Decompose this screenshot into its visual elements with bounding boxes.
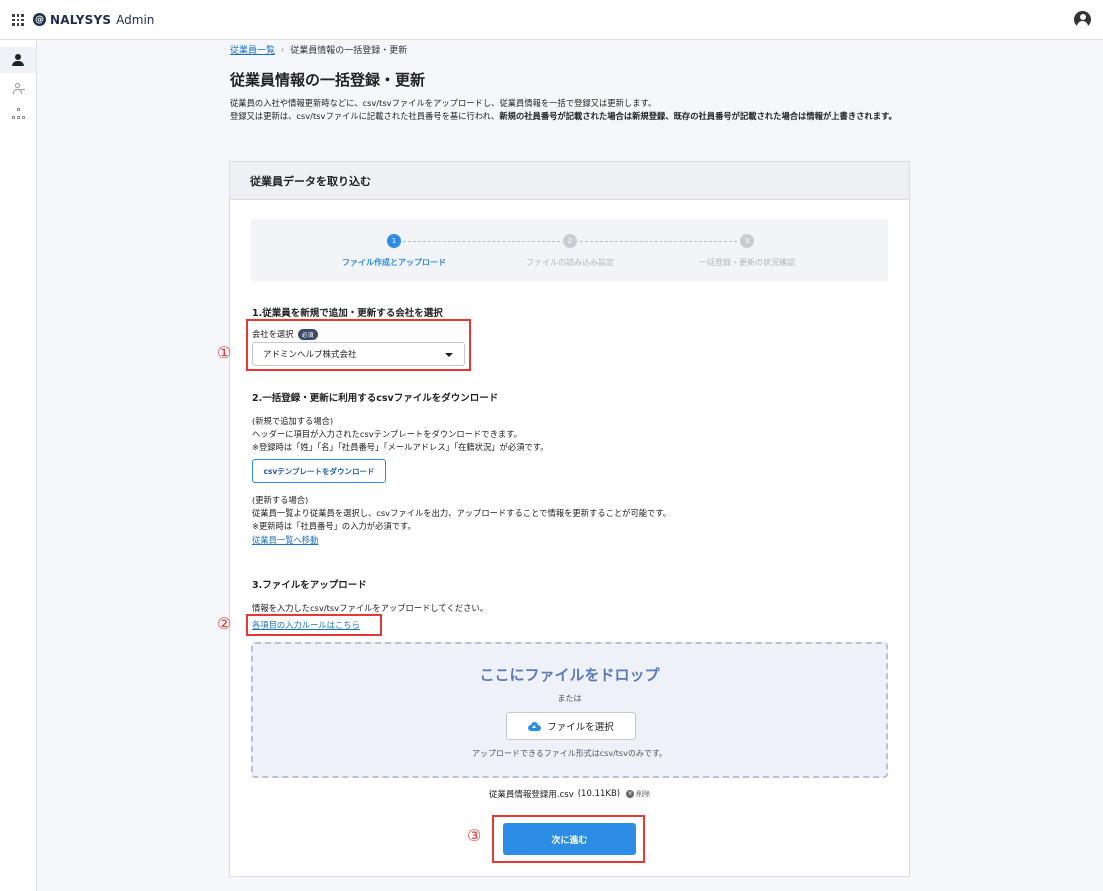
annotation-number-3: ③ [467, 826, 482, 845]
file-size: (10.11KB) [577, 789, 621, 799]
stepper: 1 2 3 ファイル作成とアップロード ファイルの読み込み設定 一括登録・更新の… [251, 219, 888, 281]
step-3-label: 一括登録・更新の状況確認 [699, 258, 795, 267]
step-2-indicator: 2 [563, 234, 577, 248]
annotation-number-2: ② [217, 614, 232, 633]
step-2-label: ファイルの読み込み設定 [526, 258, 614, 267]
app-grid-icon[interactable] [12, 14, 24, 26]
section-2-new-text: (新規で追加する場合) ヘッダーに項目が入力されたcsvテンプレートをダウンロー… [252, 415, 549, 454]
annotation-box-1 [246, 319, 471, 371]
delete-file-button[interactable]: × 削除 [626, 789, 650, 799]
breadcrumb: 従業員一覧 › 従業員情報の一括登録・更新 [230, 43, 407, 56]
card-title: 従業員データを取り込む [230, 162, 909, 200]
step-1-indicator: 1 [387, 234, 401, 248]
delete-label: 削除 [636, 790, 651, 798]
users-icon [12, 82, 25, 94]
section-2-update-text: (更新する場合) 従業員一覧より従業員を選択し、csvファイルを出力、アップロー… [252, 494, 671, 547]
step-1-label: ファイル作成とアップロード [342, 258, 446, 267]
account-icon[interactable] [1074, 11, 1091, 28]
step-connector [403, 241, 560, 242]
breadcrumb-link-employees[interactable]: 従業員一覧 [230, 43, 275, 56]
update-line-1: 従業員一覧より従業員を選択し、csvファイルを出力、アップロードすることで情報を… [252, 508, 672, 518]
update-heading: (更新する場合) [252, 495, 309, 505]
uploaded-file: 従業員情報登録用.csv (10.11KB) × 削除 [230, 788, 909, 800]
app-logo[interactable]: @ NALYSYS Admin [33, 12, 154, 27]
sidebar-item-users[interactable] [0, 75, 36, 101]
choose-file-button[interactable]: ファイルを選択 [506, 712, 636, 740]
import-card: 従業員データを取り込む 1 2 3 ファイル作成とアップロード ファイルの読み込… [229, 161, 910, 877]
org-chart-icon [11, 108, 25, 120]
logo-mark-icon: @ [33, 13, 46, 26]
update-line-2: ※更新時は「社員番号」の入力が必須です。 [252, 521, 416, 531]
download-template-button[interactable]: csvテンプレートをダウンロード [252, 459, 386, 483]
file-dropzone[interactable]: ここにファイルをドロップ または ファイルを選択 アップロードできるファイル形式… [251, 642, 888, 778]
new-line-1: ヘッダーに項目が入力されたcsvテンプレートをダウンロードできます。 [252, 429, 522, 439]
close-icon: × [626, 790, 635, 798]
dropzone-note: アップロードできるファイル形式はcsv/tsvのみです。 [471, 749, 668, 758]
sidebar [0, 40, 37, 891]
person-icon [12, 54, 24, 66]
file-name: 従業員情報登録用.csv [488, 790, 574, 800]
section-2-title: 2.一括登録・更新に利用するcsvファイルをダウンロード [252, 393, 499, 404]
annotation-box-3 [492, 815, 645, 863]
breadcrumb-separator: › [281, 45, 285, 54]
description-line-1: 従業員の入社や情報更新時などに、csv/tsvファイルをアップロードし、従業員情… [230, 98, 657, 108]
section-1-title: 1.従業員を新規で追加・更新する会社を選択 [252, 308, 443, 319]
description-emphasis: 新規の社員番号が記載された場合は新規登録、既存の社員番号が記載された場合は情報が… [499, 111, 897, 121]
breadcrumb-current: 従業員情報の一括登録・更新 [290, 46, 408, 56]
dropzone-title: ここにファイルをドロップ [479, 666, 660, 684]
new-line-2: ※登録時は「姓」「名」「社員番号」「メールアドレス」「在籍状況」が必須です。 [252, 442, 549, 452]
brand-suffix: Admin [116, 12, 155, 27]
cloud-upload-icon [528, 721, 542, 731]
page-title: 従業員情報の一括登録・更新 [230, 71, 426, 89]
new-heading: (新規で追加する場合) [252, 416, 334, 426]
description-prefix: 登録又は更新は、csv/tsvファイルに記載された社員番号を基に行われ、 [230, 111, 500, 121]
annotation-box-2 [246, 614, 382, 636]
description-line-2: 登録又は更新は、csv/tsvファイルに記載された社員番号を基に行われ、新規の社… [230, 110, 910, 123]
page-description: 従業員の入社や情報更新時などに、csv/tsvファイルをアップロードし、従業員情… [230, 97, 910, 123]
top-bar: @ NALYSYS Admin [0, 0, 1103, 40]
employee-list-link[interactable]: 従業員一覧へ移動 [252, 535, 318, 545]
step-connector [580, 241, 737, 242]
choose-file-label: ファイルを選択 [547, 722, 614, 733]
step-3-indicator: 3 [740, 234, 754, 248]
annotation-number-1: ① [217, 343, 232, 362]
section-3-title: 3.ファイルをアップロード [252, 580, 367, 591]
brand-name: NALYSYS [50, 12, 112, 27]
sidebar-item-employees[interactable] [0, 47, 36, 73]
dropzone-or: または [557, 694, 582, 703]
sidebar-item-organization[interactable] [0, 101, 36, 127]
